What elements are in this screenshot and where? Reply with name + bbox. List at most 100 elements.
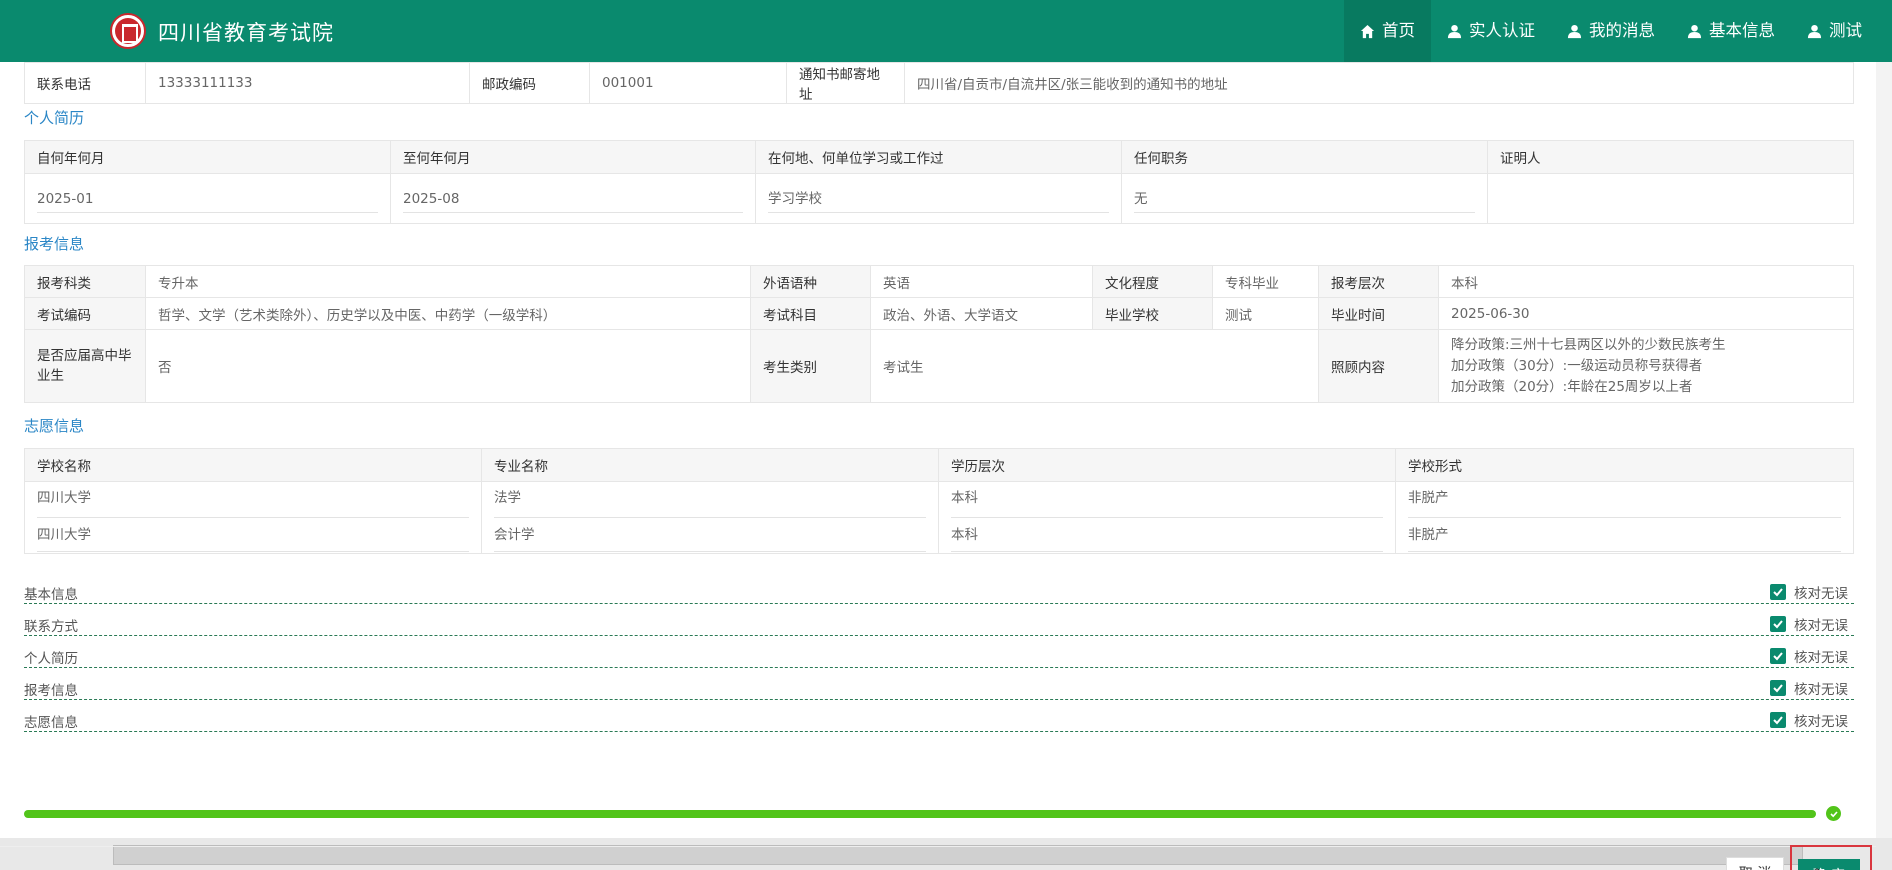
nav-label: 基本信息 [1709, 21, 1775, 40]
check-ok-label: 核对无误 [1794, 650, 1848, 666]
check-control[interactable]: 核对无误 [1770, 678, 1848, 698]
resume-cell: 学习学校 [755, 173, 1122, 224]
exam-table: 报考科类 专升本 外语语种 英语 文化程度 专科毕业 报考层次 本科 考试编码 … [24, 265, 1854, 403]
section-title-wish: 志愿信息 [24, 417, 85, 435]
exam-label: 报考层次 [1318, 265, 1439, 298]
address-label: 通知书邮寄地址 [786, 62, 905, 104]
checkbox-checked-icon[interactable] [1770, 616, 1786, 632]
wish-cell: 本科 本科 [938, 481, 1396, 554]
check-row-exam: 报考信息 核对无误 [24, 674, 1854, 700]
resume-from: 2025-01 [37, 185, 378, 213]
resume-place: 学习学校 [768, 185, 1109, 213]
wish-header: 学校名称 [24, 448, 482, 482]
scrollbar[interactable] [1876, 62, 1892, 838]
site-title: 四川省教育考试院 [158, 21, 334, 45]
exam-label: 报考科类 [24, 265, 146, 298]
user-icon [1687, 24, 1702, 38]
nav-item-test[interactable]: 测试 [1791, 0, 1892, 62]
zip-value: 001001 [589, 62, 787, 104]
zip-label: 邮政编码 [469, 62, 590, 104]
check-item-label: 报考信息 [24, 683, 78, 699]
check-item-label: 基本信息 [24, 587, 78, 603]
exam-label: 考生类别 [750, 329, 871, 403]
check-row-wish: 志愿信息 核对无误 [24, 706, 1854, 732]
wish-level: 本科 [951, 486, 1383, 518]
check-row-resume: 个人简历 核对无误 [24, 642, 1854, 668]
exam-value: 2025-06-30 [1438, 297, 1854, 330]
exam-value: 专科毕业 [1212, 265, 1319, 298]
check-ok-label: 核对无误 [1794, 682, 1848, 698]
exam-value: 政治、外语、大学语文 [870, 297, 1093, 330]
check-control[interactable]: 核对无误 [1770, 710, 1848, 730]
section-title-exam: 报考信息 [24, 235, 85, 253]
nav-label: 测试 [1829, 21, 1862, 40]
checkbox-checked-icon[interactable] [1770, 648, 1786, 664]
background-page-element [113, 845, 1803, 865]
wish-form: 非脱产 [1408, 518, 1841, 552]
nav-item-basic-info[interactable]: 基本信息 [1671, 0, 1791, 62]
resume-position: 无 [1134, 185, 1475, 213]
exam-value: 测试 [1212, 297, 1319, 330]
check-item-label: 联系方式 [24, 619, 78, 635]
wish-form: 非脱产 [1408, 486, 1841, 518]
checkbox-checked-icon[interactable] [1770, 584, 1786, 600]
exam-label: 毕业学校 [1092, 297, 1213, 330]
contact-table: 联系电话 13333111133 邮政编码 001001 通知书邮寄地址 四川省… [24, 62, 1854, 104]
check-control[interactable]: 核对无误 [1770, 614, 1848, 634]
phone-value: 13333111133 [145, 62, 470, 104]
check-ok-label: 核对无误 [1794, 714, 1848, 730]
wish-school: 四川大学 [37, 518, 469, 552]
exam-label: 考试编码 [24, 297, 146, 330]
wish-school: 四川大学 [37, 486, 469, 518]
highlight-box [1790, 845, 1872, 870]
resume-cell: 无 [1121, 173, 1488, 224]
address-value: 四川省/自贡市/自流井区/张三能收到的通知书的地址 [904, 62, 1854, 104]
care-line: 降分政策:三州十七县两区以外的少数民族考生 [1451, 336, 1726, 353]
check-row-basic: 基本信息 核对无误 [24, 578, 1854, 604]
top-nav: 首页 实人认证 我的消息 基本信息 测试 [1344, 0, 1892, 62]
exam-value: 哲学、文学（艺术类除外）、历史学以及中医、中药学（一级学科） [145, 297, 751, 330]
wish-cell: 四川大学 四川大学 [24, 481, 482, 554]
exam-value: 专升本 [145, 265, 751, 298]
wish-major: 会计学 [494, 518, 926, 552]
nav-label: 首页 [1382, 21, 1415, 40]
nav-item-home[interactable]: 首页 [1344, 0, 1431, 62]
dialog-footer-divider [0, 846, 1876, 847]
exam-label: 文化程度 [1092, 265, 1213, 298]
care-line: 加分政策（30分）:一级运动员称号获得者 [1451, 357, 1703, 374]
nav-label: 我的消息 [1589, 21, 1655, 40]
cancel-button[interactable]: 取 消 [1726, 857, 1784, 870]
logo-icon [110, 13, 146, 49]
wish-header: 专业名称 [481, 448, 939, 482]
resume-to: 2025-08 [403, 185, 743, 213]
wish-level: 本科 [951, 518, 1383, 552]
resume-table: 自何年何月 至何年何月 在何地、何单位学习或工作过 任何职务 证明人 2025-… [24, 140, 1854, 224]
checkbox-checked-icon[interactable] [1770, 712, 1786, 728]
resume-header: 在何地、何单位学习或工作过 [755, 140, 1122, 174]
exam-label: 外语语种 [750, 265, 871, 298]
resume-header: 自何年何月 [24, 140, 391, 174]
wish-table: 学校名称 专业名称 学历层次 学校形式 四川大学 四川大学 法学 会计学 本科 … [24, 448, 1854, 554]
progress-bar [24, 810, 1816, 818]
resume-header: 至何年何月 [390, 140, 756, 174]
resume-header: 证明人 [1487, 140, 1854, 174]
resume-cell [1487, 173, 1854, 224]
check-item-label: 个人简历 [24, 651, 78, 667]
section-title-resume: 个人简历 [24, 109, 85, 127]
check-control[interactable]: 核对无误 [1770, 582, 1848, 602]
phone-label: 联系电话 [24, 62, 146, 104]
nav-item-messages[interactable]: 我的消息 [1551, 0, 1671, 62]
exam-value: 本科 [1438, 265, 1854, 298]
checkbox-checked-icon[interactable] [1770, 680, 1786, 696]
nav-item-verify[interactable]: 实人认证 [1431, 0, 1551, 62]
resume-cell: 2025-08 [390, 173, 756, 224]
resume-cell: 2025-01 [24, 173, 391, 224]
user-icon [1447, 24, 1462, 38]
check-control[interactable]: 核对无误 [1770, 646, 1848, 666]
exam-label: 考试科目 [750, 297, 871, 330]
exam-value: 考试生 [870, 329, 1319, 403]
exam-label: 毕业时间 [1318, 297, 1439, 330]
home-icon [1360, 24, 1375, 38]
check-ok-label: 核对无误 [1794, 618, 1848, 634]
top-header: 四川省教育考试院 首页 实人认证 我的消息 基本信息 测试 [0, 0, 1892, 62]
